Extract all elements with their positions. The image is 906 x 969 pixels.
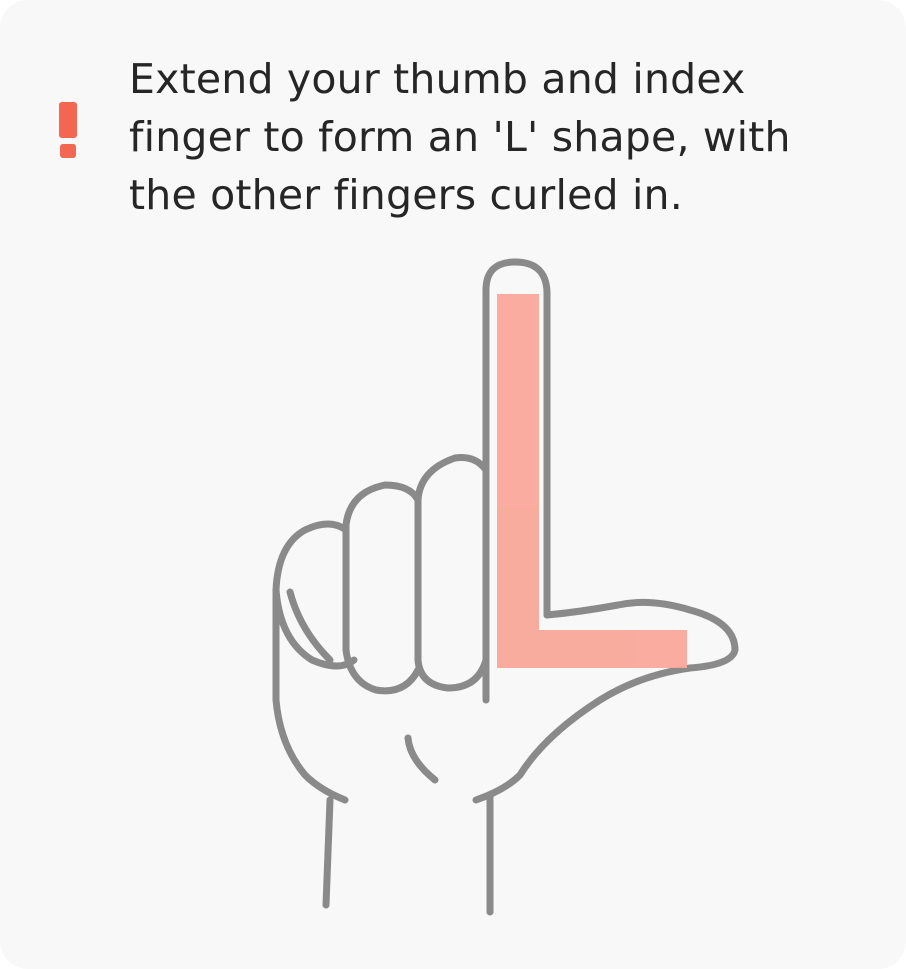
instruction-card: Extend your thumb and index finger to fo… <box>0 0 906 969</box>
wrist-left <box>322 796 334 909</box>
palm-inner-crease <box>404 734 439 784</box>
curled-finger-1-outline <box>414 454 490 692</box>
palm-left-outline <box>272 586 349 804</box>
hand-l-shape-icon <box>272 258 739 916</box>
